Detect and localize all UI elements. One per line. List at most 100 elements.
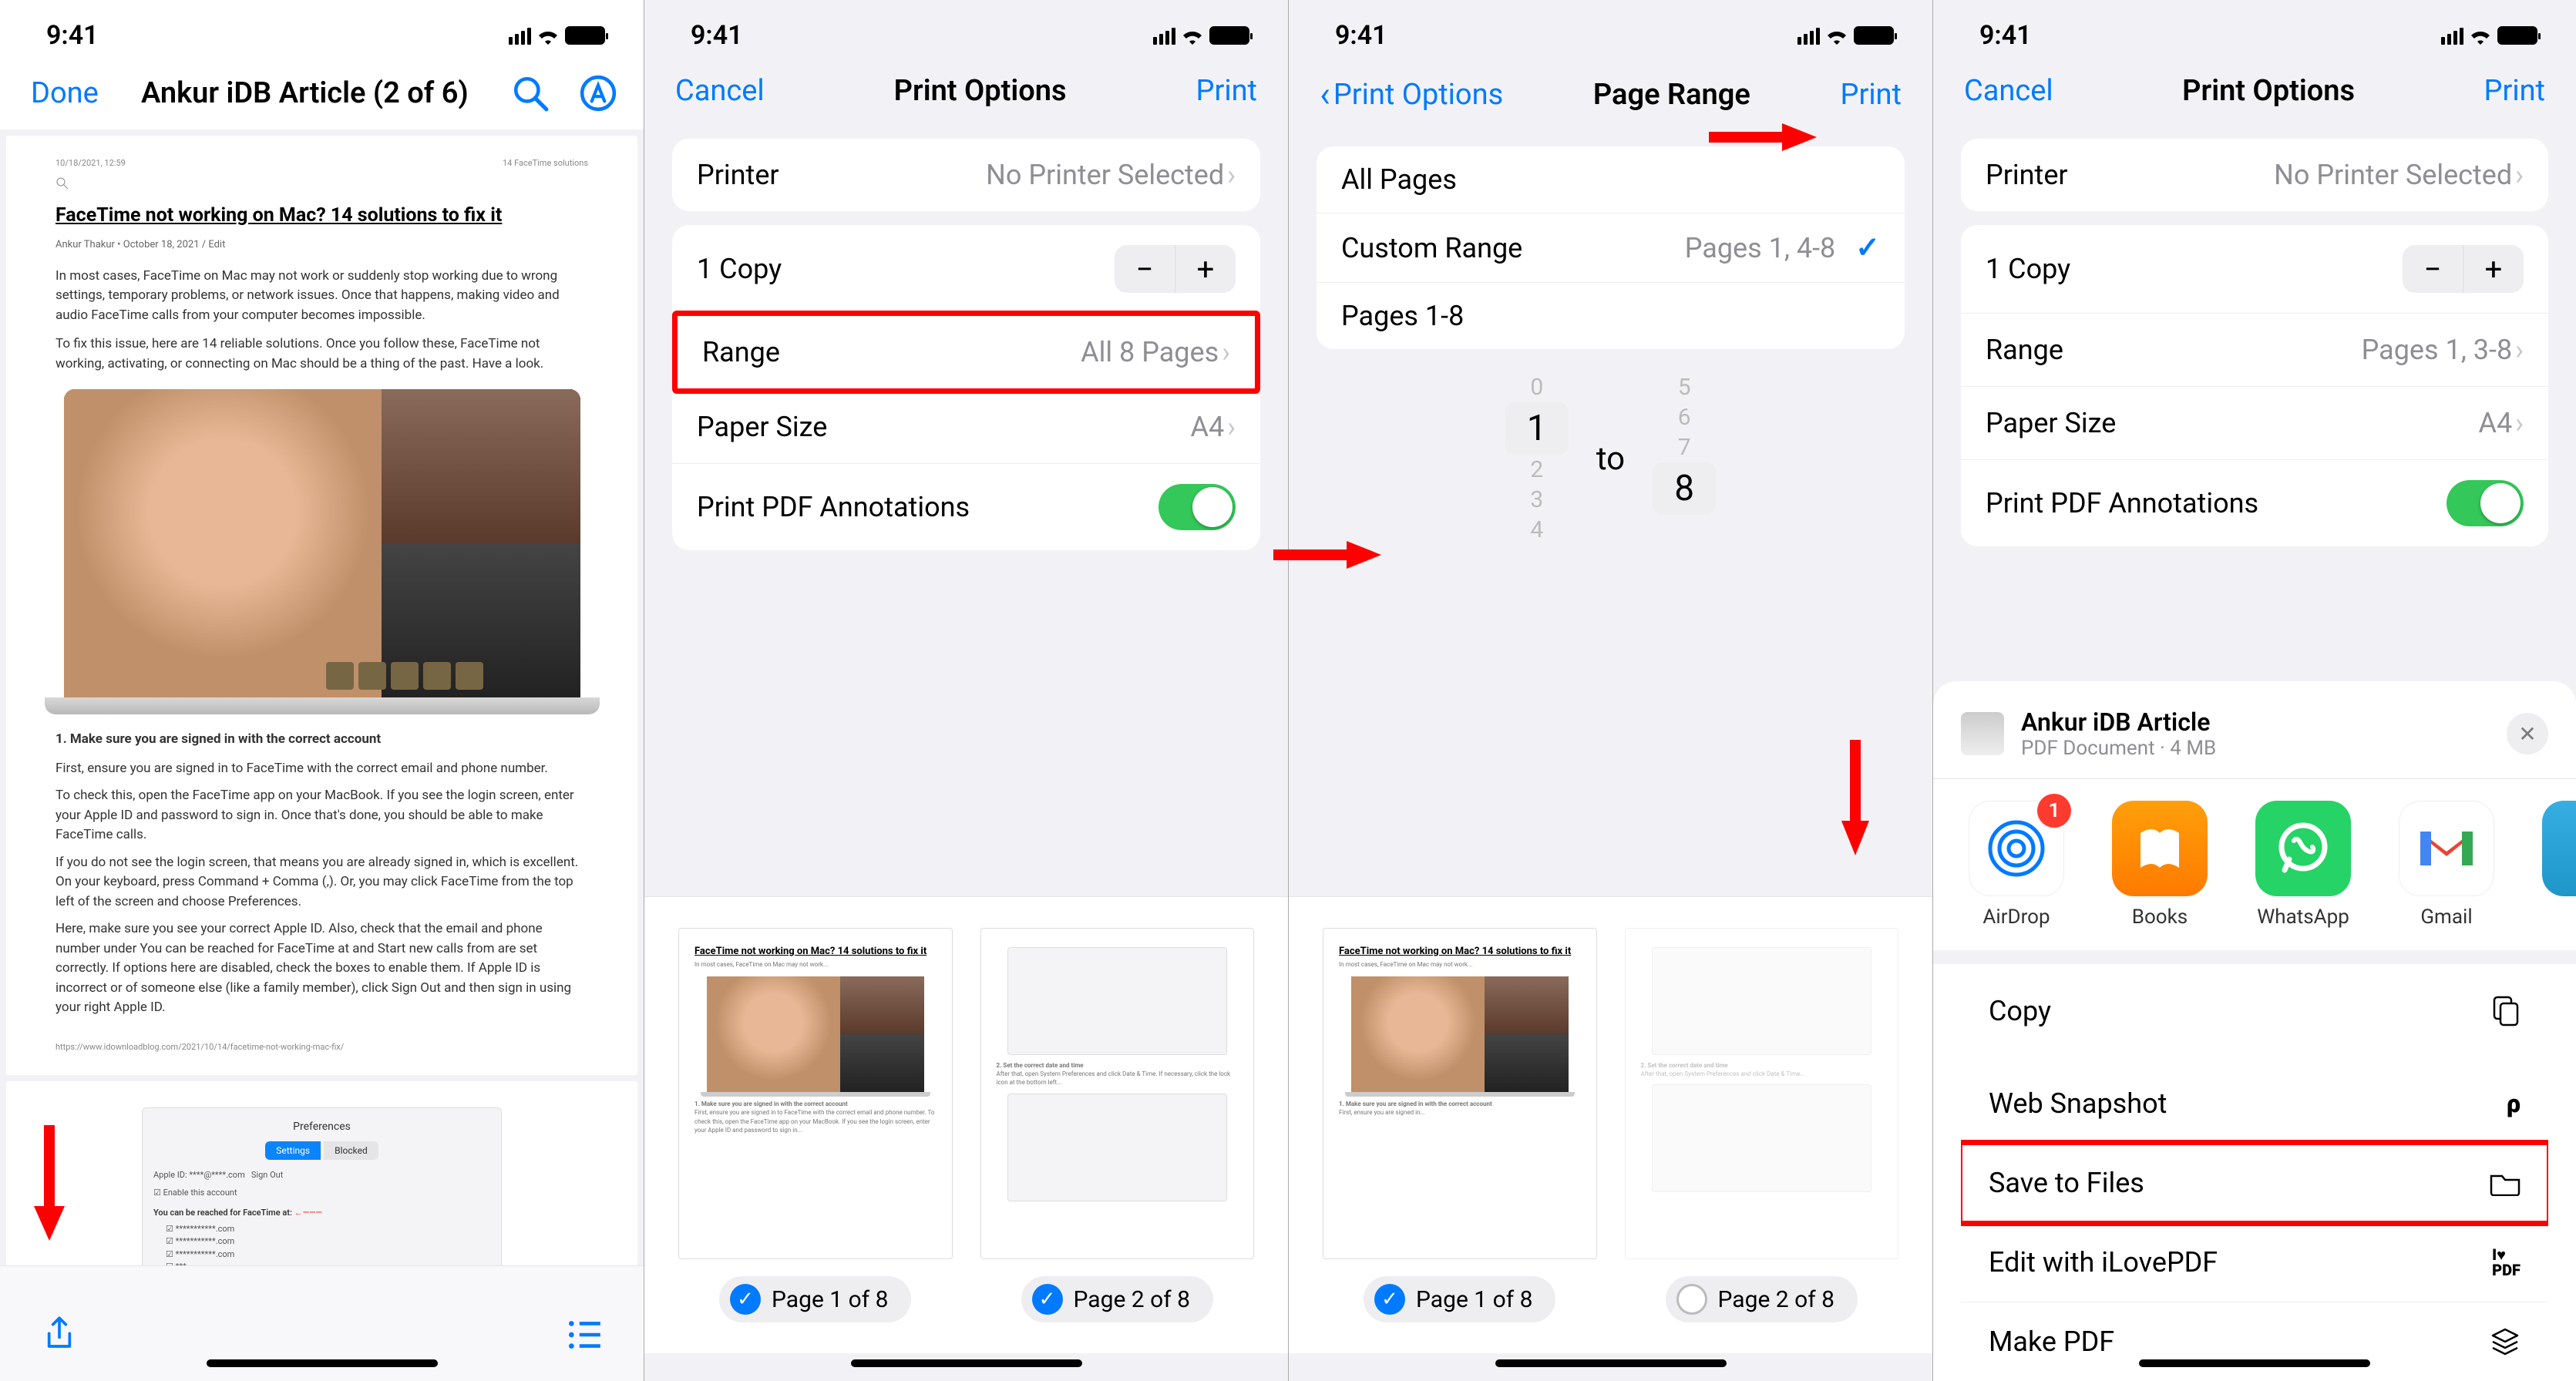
print-button[interactable]: Print	[1840, 78, 1902, 112]
page-selector-2[interactable]: Page 2 of 8	[1666, 1276, 1858, 1322]
status-bar: 9:41	[644, 0, 1288, 57]
status-bar: 9:41	[1933, 0, 2576, 57]
check-icon: ✓	[730, 1284, 761, 1315]
wifi-icon	[1824, 26, 1849, 45]
status-time: 9:41	[1335, 20, 1387, 51]
copy-icon	[2490, 996, 2521, 1027]
file-thumbnail	[1961, 712, 2004, 755]
make-pdf-action[interactable]: Make PDF	[1961, 1302, 2548, 1381]
check-icon: ✓	[1374, 1284, 1405, 1315]
copy-action[interactable]: Copy	[1961, 972, 2548, 1050]
status-bar: 9:41	[1289, 0, 1932, 57]
ilovepdf-action[interactable]: Edit with iLovePDF I♥PDF	[1961, 1223, 2548, 1302]
article-paragraph: If you do not see the login screen, that…	[55, 853, 588, 912]
cancel-button[interactable]: Cancel	[675, 74, 765, 108]
copies-plus[interactable]: +	[2463, 245, 2524, 293]
done-button[interactable]: Done	[31, 76, 99, 110]
battery-icon	[1209, 26, 1249, 45]
page-thumbnail-1[interactable]: FaceTime not working on Mac? 14 solution…	[678, 928, 953, 1259]
page-1: 10/18/2021, 12:5914 FaceTime solutions F…	[6, 136, 637, 1075]
print-button[interactable]: Print	[2484, 74, 2545, 108]
document-viewport[interactable]: 10/18/2021, 12:5914 FaceTime solutions F…	[0, 129, 644, 1265]
whatsapp-icon	[2272, 818, 2334, 879]
battery-icon	[2497, 26, 2537, 45]
telegram-button[interactable]: Te	[2534, 801, 2576, 929]
chevron-right-icon: ›	[2515, 334, 2524, 366]
range-picker[interactable]: 0 1 234 to 567 8	[1289, 349, 1932, 599]
wifi-icon	[536, 26, 560, 45]
share-icon[interactable]	[40, 1315, 79, 1354]
gmail-button[interactable]: Gmail	[2391, 801, 2502, 929]
article-title: FaceTime not working on Mac? 14 solution…	[55, 201, 588, 230]
cellular-icon	[1153, 26, 1175, 45]
home-indicator[interactable]	[207, 1359, 438, 1367]
paper-size-row[interactable]: Paper Size A4›	[1961, 387, 2548, 460]
all-pages-row[interactable]: All Pages	[1317, 146, 1905, 213]
annotation-arrow-down	[31, 1125, 68, 1241]
search-icon[interactable]	[511, 74, 550, 113]
printer-row[interactable]: Printer No Printer Selected›	[672, 139, 1260, 211]
thumbnails-icon[interactable]	[565, 1315, 604, 1354]
books-icon	[2133, 822, 2187, 875]
page-thumbnail-2[interactable]: 2. Set the correct date and time After t…	[1625, 928, 1899, 1259]
search-in-page-icon	[55, 176, 69, 190]
print-button[interactable]: Print	[1196, 74, 1257, 108]
article-paragraph: In most cases, FaceTime on Mac may not w…	[55, 267, 588, 326]
close-button[interactable]: ✕	[2507, 713, 2548, 754]
article-paragraph: To check this, open the FaceTime app on …	[55, 786, 588, 845]
books-button[interactable]: Books	[2104, 801, 2215, 929]
home-indicator[interactable]	[851, 1359, 1082, 1367]
wifi-icon	[1180, 26, 1205, 45]
annotations-row[interactable]: Print PDF Annotations	[1961, 460, 2548, 546]
pages-range-row[interactable]: Pages 1-8	[1317, 283, 1905, 349]
chevron-right-icon: ›	[1227, 159, 1236, 191]
battery-icon	[565, 26, 605, 45]
copies-minus[interactable]: −	[1115, 245, 1175, 293]
copies-row: 1 Copy −+	[672, 225, 1260, 314]
article-paragraph: First, ensure you are signed in to FaceT…	[55, 759, 588, 779]
nav-title: Page Range	[1593, 78, 1750, 112]
checkmark-icon: ✓	[1855, 230, 1880, 265]
nav-title: Print Options	[2182, 74, 2355, 108]
article-h1: 1. Make sure you are signed in with the …	[55, 730, 588, 750]
back-button[interactable]: ‹Print Options	[1320, 74, 1503, 116]
page-selector-1[interactable]: ✓Page 1 of 8	[1364, 1276, 1555, 1322]
custom-range-row[interactable]: Custom Range Pages 1, 4-8 ✓	[1317, 213, 1905, 283]
share-apps-row[interactable]: 1 AirDrop Books WhatsApp Gmail	[1933, 779, 2576, 950]
article-paragraph: Here, make sure you see your correct App…	[55, 919, 588, 1018]
cellular-icon	[2441, 26, 2463, 45]
annotation-arrow-right	[1709, 122, 1817, 153]
home-indicator[interactable]	[1495, 1359, 1727, 1367]
copies-plus[interactable]: +	[1175, 245, 1236, 293]
nav-title: Print Options	[894, 74, 1067, 108]
annotations-toggle[interactable]	[2447, 480, 2524, 526]
paper-size-row[interactable]: Paper Size A4›	[672, 391, 1260, 464]
cancel-button[interactable]: Cancel	[1964, 74, 2053, 108]
page-selector-2[interactable]: ✓Page 2 of 8	[1021, 1276, 1213, 1322]
page-thumbnail-2[interactable]: 2. Set the correct date and time After t…	[980, 928, 1255, 1259]
airdrop-icon	[1986, 818, 2047, 879]
chevron-right-icon: ›	[2515, 159, 2524, 191]
airdrop-button[interactable]: 1 AirDrop	[1961, 801, 2072, 929]
save-to-files-action[interactable]: Save to Files	[1961, 1144, 2548, 1223]
share-file-name: Ankur iDB Article	[2021, 707, 2490, 737]
battery-icon	[1854, 26, 1894, 45]
page-selector-1[interactable]: ✓Page 1 of 8	[719, 1276, 911, 1322]
page-thumbnail-1[interactable]: FaceTime not working on Mac? 14 solution…	[1323, 928, 1597, 1259]
annotations-row[interactable]: Print PDF Annotations	[672, 464, 1260, 550]
range-row[interactable]: Range Pages 1, 3-8›	[1961, 314, 2548, 387]
folder-icon	[2490, 1170, 2521, 1196]
range-to[interactable]: 8	[1653, 462, 1716, 515]
copies-stepper[interactable]: −+	[2403, 245, 2524, 293]
pocket-icon: ρ	[2507, 1089, 2521, 1118]
printer-row[interactable]: Printer No Printer Selected›	[1961, 139, 2548, 211]
copies-stepper[interactable]: −+	[1115, 245, 1236, 293]
home-indicator[interactable]	[2139, 1359, 2370, 1367]
range-row[interactable]: Range All 8 Pages›	[678, 316, 1255, 388]
markup-icon[interactable]	[579, 74, 617, 113]
web-snapshot-action[interactable]: Web Snapshot ρ	[1961, 1064, 2548, 1144]
range-from[interactable]: 1	[1505, 402, 1569, 455]
whatsapp-button[interactable]: WhatsApp	[2248, 801, 2359, 929]
annotations-toggle[interactable]	[1159, 484, 1236, 530]
copies-minus[interactable]: −	[2403, 245, 2463, 293]
